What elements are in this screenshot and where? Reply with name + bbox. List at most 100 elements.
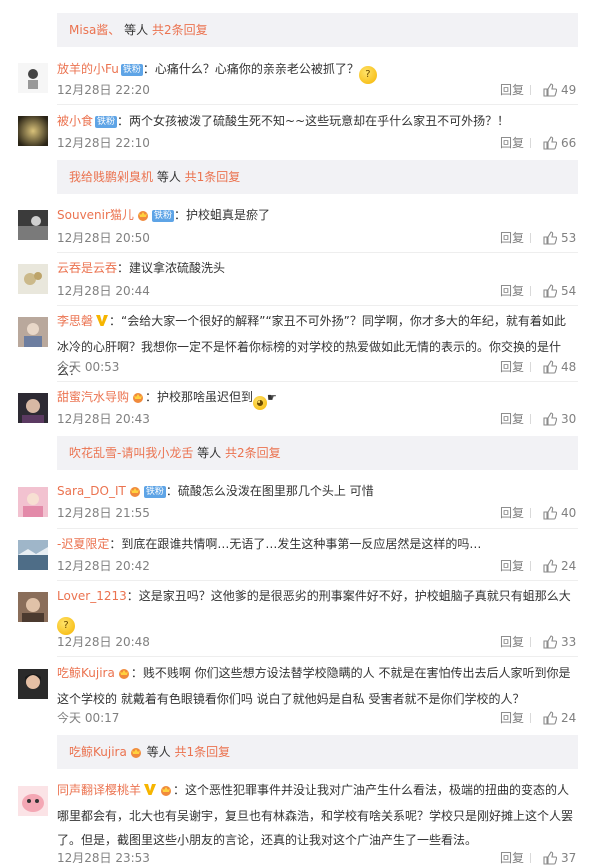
comment-meta: 12月28日 23:53 回复 37 xyxy=(57,848,591,868)
vip-crown-icon xyxy=(136,205,150,229)
avatar[interactable] xyxy=(18,669,48,699)
comment-text: ：护校那啥虽迟但到 xyxy=(145,390,254,404)
thumbs-up-icon xyxy=(543,136,558,150)
like-button[interactable]: 37 xyxy=(543,848,576,868)
thumbs-up-icon xyxy=(543,635,558,649)
user-name[interactable]: 吃鲸Kujira xyxy=(57,666,115,680)
avatar[interactable] xyxy=(18,116,48,146)
like-count: 53 xyxy=(561,231,577,245)
replies-bar[interactable]: 我给贱鹏剁臭机 等人 共1条回复 xyxy=(57,160,578,194)
thumbs-up-icon xyxy=(543,559,558,573)
comment-text: ：心痛什么？心痛你的亲亲老公被抓了？ xyxy=(142,62,359,76)
like-button[interactable]: 40 xyxy=(543,503,576,523)
reply-count-link[interactable]: 共1条回复 xyxy=(174,745,230,759)
reply-user-name[interactable]: 吃鲸Kujira xyxy=(69,745,127,759)
reply-user-name[interactable]: 我给贱鹏剁臭机 xyxy=(69,170,153,184)
like-button[interactable]: 66 xyxy=(543,133,576,153)
reply-button[interactable]: 回复 xyxy=(500,632,524,652)
previous-comment-actions xyxy=(0,0,591,6)
like-count: 40 xyxy=(561,506,577,520)
comment-text: ：到底在跟谁共情啊…无语了…发生这种事第一反应居然是这样的吗… xyxy=(109,537,482,551)
like-count: 24 xyxy=(561,559,577,573)
avatar[interactable] xyxy=(18,63,48,93)
like-button[interactable]: 24 xyxy=(543,708,576,728)
like-count: 54 xyxy=(561,284,577,298)
fan-badge: 铁粉 xyxy=(95,116,118,128)
vip-crown-icon xyxy=(129,737,143,771)
divider xyxy=(530,85,531,95)
user-name[interactable]: Lover_1213 xyxy=(57,589,127,603)
user-name[interactable]: 云吞是云吞 xyxy=(57,261,117,275)
divider xyxy=(57,381,578,382)
replies-bar[interactable]: Misa酱、 等人 共2条回复 xyxy=(57,13,578,47)
like-button[interactable]: 24 xyxy=(543,556,576,576)
like-button[interactable]: 48 xyxy=(543,357,576,377)
replies-bar[interactable]: 吃鲸Kujira 等人 共1条回复 xyxy=(57,735,578,769)
divider xyxy=(530,853,531,863)
user-name[interactable]: -迟夏限定 xyxy=(57,537,109,551)
user-name[interactable]: 被小食 xyxy=(57,114,93,128)
divider xyxy=(530,561,531,571)
avatar[interactable] xyxy=(18,487,48,517)
user-name[interactable]: 放羊的小Fu xyxy=(57,62,119,76)
reply-count-link[interactable]: 共2条回复 xyxy=(152,23,208,37)
comment-meta: 12月28日 20:44 回复 54 xyxy=(57,281,591,301)
reply-user-name[interactable]: 吹花乱雪-请叫我小龙舌 xyxy=(69,446,193,460)
avatar[interactable] xyxy=(18,592,48,622)
divider xyxy=(530,414,531,424)
reply-others-text: 等人 xyxy=(153,170,185,184)
timestamp: 12月28日 20:42 xyxy=(57,559,150,573)
reply-count-link[interactable]: 共1条回复 xyxy=(185,170,241,184)
reply-button[interactable]: 回复 xyxy=(500,357,524,377)
avatar[interactable] xyxy=(18,210,48,240)
user-name[interactable]: 同声翻译樱桃羊 xyxy=(57,783,141,797)
comment-meta: 12月28日 20:42 回复 24 xyxy=(57,556,591,576)
comment-text: ：贱不贱啊 你们这些想方设法替学校隐瞒的人 不就是在害怕传出去后人家听到你是这个… xyxy=(57,666,571,706)
user-name[interactable]: 李思磐 xyxy=(57,314,93,328)
like-count: 49 xyxy=(561,83,577,97)
avatar[interactable] xyxy=(18,393,48,423)
like-button[interactable]: 54 xyxy=(543,281,576,301)
divider xyxy=(57,580,578,581)
reply-button[interactable]: 回复 xyxy=(500,848,524,868)
replies-bar[interactable]: 吹花乱雪-请叫我小龙舌 等人 共2条回复 xyxy=(57,436,578,470)
divider xyxy=(530,362,531,372)
thumbs-up-icon xyxy=(543,360,558,374)
timestamp: 12月28日 22:10 xyxy=(57,136,150,150)
hand-icon: ☛ xyxy=(267,391,277,404)
like-button[interactable]: 33 xyxy=(543,632,576,652)
reply-button[interactable]: 回复 xyxy=(500,80,524,100)
reply-button[interactable]: 回复 xyxy=(500,708,524,728)
user-name[interactable]: Sara_DO_IT xyxy=(57,484,126,498)
divider xyxy=(57,528,578,529)
thumbs-up-icon xyxy=(543,83,558,97)
reply-user-name[interactable]: Misa酱、 xyxy=(69,23,120,37)
like-count: 66 xyxy=(561,136,577,150)
timestamp: 今天 00:53 xyxy=(57,360,120,374)
like-button[interactable]: 49 xyxy=(543,80,576,100)
avatar[interactable] xyxy=(18,264,48,294)
fan-badge: 铁粉 xyxy=(120,64,143,76)
reply-button[interactable]: 回复 xyxy=(500,409,524,429)
comment-text: ：两个女孩被泼了硫酸生死不知~~这些玩意却在乎什么家丑不可外扬？！ xyxy=(117,114,510,128)
reply-button[interactable]: 回复 xyxy=(500,281,524,301)
fan-badge: 铁粉 xyxy=(143,486,166,498)
thumbs-up-icon xyxy=(543,412,558,426)
timestamp: 12月28日 20:48 xyxy=(57,635,150,649)
avatar[interactable] xyxy=(18,540,48,570)
like-button[interactable]: 53 xyxy=(543,228,576,248)
like-button[interactable]: 30 xyxy=(543,409,576,429)
divider xyxy=(530,286,531,296)
thumbs-up-icon xyxy=(543,711,558,725)
reply-count-link[interactable]: 共2条回复 xyxy=(225,446,281,460)
reply-button[interactable]: 回复 xyxy=(500,556,524,576)
reply-button[interactable]: 回复 xyxy=(500,133,524,153)
avatar[interactable] xyxy=(18,786,48,816)
reply-button[interactable]: 回复 xyxy=(500,503,524,523)
avatar[interactable] xyxy=(18,317,48,347)
user-name[interactable]: Souvenir猫儿 xyxy=(57,208,134,222)
vip-crown-icon xyxy=(131,387,145,411)
user-name[interactable]: 甜蜜汽水导购 xyxy=(57,390,129,404)
comment-meta: 12月28日 20:48 回复 33 xyxy=(57,632,591,652)
reply-button[interactable]: 回复 xyxy=(500,228,524,248)
